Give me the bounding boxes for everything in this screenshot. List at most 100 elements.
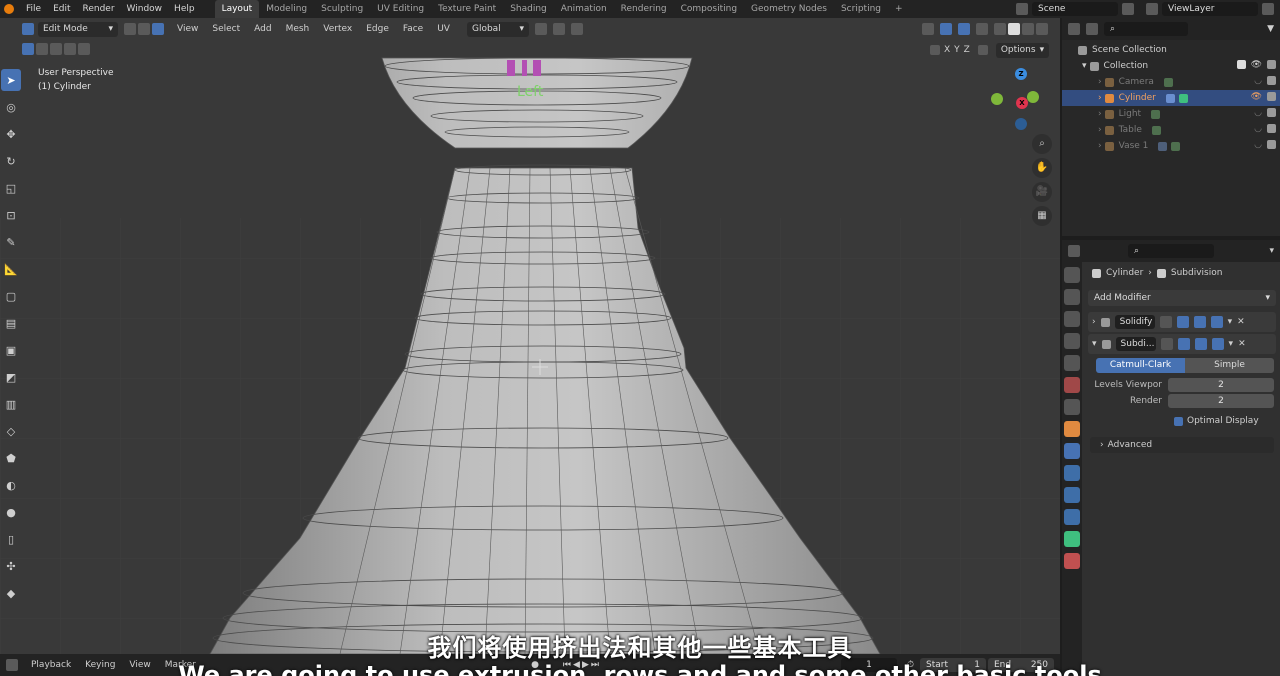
modifier-name-field[interactable]: Subdi... (1115, 337, 1156, 351)
move-tool-icon[interactable]: ✥ (1, 123, 21, 145)
view-layer-selector[interactable]: ViewLayer (1162, 2, 1258, 16)
camera-render-icon[interactable] (1267, 140, 1276, 149)
modifier-subdivision[interactable]: ▾ Subdi... ▾ ✕ (1088, 334, 1276, 354)
chevron-down-icon[interactable]: ▾ (1228, 317, 1233, 327)
scene-copy-icon[interactable] (1122, 3, 1134, 15)
gizmo-y-positive-axis[interactable] (1027, 91, 1039, 103)
chevron-right-icon[interactable]: › (1098, 141, 1102, 151)
cage-toggle[interactable] (1177, 338, 1190, 350)
mode-selector[interactable]: Edit Mode ▾ (38, 21, 118, 37)
extrude-tool-icon[interactable]: ▤ (1, 312, 21, 334)
outliner-item-light[interactable]: › Light ◡ (1062, 106, 1280, 122)
chevron-right-icon[interactable]: › (1092, 317, 1096, 327)
advanced-section[interactable]: › Advanced (1090, 437, 1274, 453)
filter-icon[interactable]: ▼ (1267, 24, 1274, 34)
camera-render-icon[interactable] (1267, 124, 1276, 133)
transform-orientation-selector[interactable]: Global ▾ (466, 21, 529, 37)
options-dropdown[interactable]: Options ▾ (995, 42, 1050, 58)
smooth-tool-icon[interactable]: ● (1, 501, 21, 523)
face-select-icon[interactable] (152, 23, 164, 35)
eye-icon[interactable]: 👁 (1251, 60, 1262, 70)
add-cube-tool-icon[interactable]: ▢ (1, 285, 21, 307)
select-intersect-icon[interactable] (64, 43, 76, 55)
pan-hand-icon[interactable]: ✋ (1032, 158, 1052, 178)
shading-wireframe-icon[interactable] (994, 23, 1006, 35)
loop-cut-tool-icon[interactable]: ▥ (1, 393, 21, 415)
rotate-tool-icon[interactable]: ↻ (1, 150, 21, 172)
overlay-toggle-icon[interactable] (958, 23, 970, 35)
menu-face[interactable]: Face (396, 24, 430, 34)
tab-shading[interactable]: Shading (503, 0, 554, 18)
menu-uv[interactable]: UV (430, 24, 457, 34)
mirror-icon[interactable] (930, 45, 940, 55)
camera-render-icon[interactable] (1267, 92, 1276, 101)
menu-file[interactable]: File (20, 0, 47, 18)
modifier-solidify[interactable]: › Solidify ▾ ✕ (1088, 312, 1276, 332)
gizmo-z-negative-axis[interactable] (1015, 118, 1027, 130)
view-layer-tab-icon[interactable] (1064, 333, 1080, 349)
menu-help[interactable]: Help (168, 0, 201, 18)
edit-mode-toggle[interactable] (1160, 338, 1173, 350)
select-extend-icon[interactable] (36, 43, 48, 55)
eye-closed-icon[interactable]: ◡ (1254, 124, 1262, 134)
chevron-right-icon[interactable]: › (1098, 93, 1102, 103)
edge-select-icon[interactable] (138, 23, 150, 35)
vertex-select-icon[interactable] (124, 23, 136, 35)
scene-icon[interactable] (1016, 3, 1028, 15)
tool-tab-icon[interactable] (1064, 267, 1080, 283)
menu-select[interactable]: Select (205, 24, 247, 34)
zoom-icon[interactable]: ⌕ (1032, 134, 1052, 154)
menu-add[interactable]: Add (247, 24, 278, 34)
camera-view-icon[interactable]: 🎥 (1032, 182, 1052, 202)
outliner-item-cylinder[interactable]: › Cylinder 👁 (1062, 90, 1280, 106)
close-icon[interactable]: ✕ (1237, 317, 1245, 327)
snap-icon[interactable] (552, 23, 565, 35)
navigation-gizmo[interactable]: Z Y X (980, 58, 1050, 138)
scene-collection-row[interactable]: Scene Collection (1062, 42, 1280, 58)
select-tool-icon[interactable]: ➤ (1, 69, 21, 91)
world-tab-icon[interactable] (1064, 377, 1080, 393)
particles-tab-icon[interactable] (1064, 465, 1080, 481)
scale-tool-icon[interactable]: ◱ (1, 177, 21, 199)
tab-sculpting[interactable]: Sculpting (314, 0, 370, 18)
axis-z-toggle[interactable]: Z (964, 45, 970, 55)
chevron-down-icon[interactable]: ▾ (1082, 61, 1087, 71)
poly-build-tool-icon[interactable]: ⬟ (1, 447, 21, 469)
gizmo-z-axis[interactable]: Z (1015, 68, 1027, 80)
editor-type-icon[interactable] (1068, 245, 1080, 257)
auto-merge-icon[interactable] (977, 45, 988, 55)
xray-toggle-icon[interactable] (976, 23, 988, 35)
pivot-icon[interactable] (534, 23, 547, 35)
chevron-down-icon[interactable]: ▾ (1269, 246, 1274, 256)
optimal-display-checkbox[interactable] (1174, 416, 1183, 426)
collection-row[interactable]: ▾ Collection 👁 (1062, 58, 1280, 74)
shading-rendered-icon[interactable] (1036, 23, 1048, 35)
outliner-item-camera[interactable]: › Camera ◡ (1062, 74, 1280, 90)
render-toggle[interactable] (1211, 338, 1224, 350)
proportional-edit-icon[interactable] (570, 23, 583, 35)
chevron-down-icon[interactable]: ▾ (1092, 339, 1097, 349)
outliner-search-input[interactable]: ⌕ (1104, 22, 1188, 36)
visibility-icon[interactable] (922, 23, 934, 35)
3d-viewport[interactable]: Edit Mode ▾ View Select Add Mesh Vertex … (0, 18, 1060, 654)
shrink-tool-icon[interactable]: ✣ (1, 555, 21, 577)
render-toggle[interactable] (1210, 316, 1223, 328)
editor-type-icon[interactable] (1068, 23, 1080, 35)
output-tab-icon[interactable] (1064, 311, 1080, 327)
viewport-toggle[interactable] (1193, 316, 1206, 328)
modifier-name-field[interactable]: Solidify (1114, 315, 1155, 329)
axis-y-toggle[interactable]: Y (954, 45, 960, 55)
render-tab-icon[interactable] (1064, 289, 1080, 305)
tab-scripting[interactable]: Scripting (834, 0, 888, 18)
close-icon[interactable]: ✕ (1238, 339, 1246, 349)
viewport-toggle[interactable] (1194, 338, 1207, 350)
menu-edit[interactable]: Edit (47, 0, 76, 18)
object-tab-icon[interactable] (1064, 421, 1080, 437)
collection-tab-icon[interactable] (1064, 399, 1080, 415)
select-invert-icon[interactable] (78, 43, 90, 55)
gizmo-x-axis[interactable]: X (1016, 97, 1028, 109)
shading-material-icon[interactable] (1022, 23, 1034, 35)
view-layer-icon[interactable] (1146, 3, 1158, 15)
menu-view[interactable]: View (170, 24, 205, 34)
menu-window[interactable]: Window (121, 0, 169, 18)
